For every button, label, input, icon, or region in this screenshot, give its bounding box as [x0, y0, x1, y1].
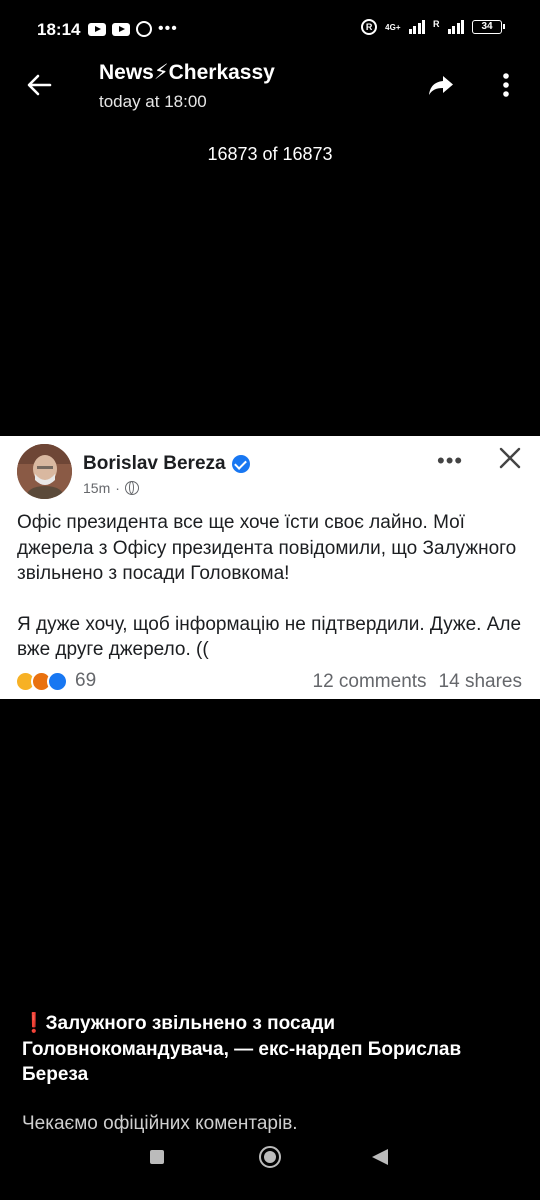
recents-icon[interactable]: [150, 1150, 164, 1164]
back-triangle-icon[interactable]: [372, 1149, 388, 1165]
post-paragraph: Я дуже хочу, щоб інформацію не підтверди…: [17, 613, 522, 661]
viewer-header: News⚡Cherkassy today at 18:00: [0, 56, 540, 126]
reactions-summary[interactable]: 69: [15, 670, 96, 692]
reaction-count: 69: [75, 670, 97, 691]
shares-count[interactable]: 14 shares: [439, 671, 522, 693]
avatar: [17, 444, 72, 499]
youtube-icon: [88, 22, 106, 36]
post-screenshot[interactable]: Borislav Bereza 15m · ••• Офіс президент…: [0, 436, 540, 699]
notification-icons: •••: [88, 20, 178, 38]
more-notifications-icon: •••: [158, 20, 178, 37]
system-icons: R 4G+ R 34: [361, 19, 505, 35]
caption-headline: ❗️Залужного звільнено з посади Головноко…: [22, 1013, 462, 1085]
status-time: 18:14: [37, 20, 81, 39]
verified-badge-icon: [231, 455, 250, 473]
post-paragraph: Офіс президента все ще хоче їсти своє ла…: [17, 512, 517, 584]
post-time: 15m: [83, 480, 111, 496]
share-arrow-icon[interactable]: [426, 70, 456, 100]
comments-count[interactable]: 12 comments: [313, 671, 427, 693]
registered-icon: R: [361, 19, 378, 35]
youtube-icon: [112, 22, 130, 36]
roaming-indicator: R: [433, 19, 440, 29]
post-meta: 15m ·: [83, 480, 139, 496]
channel-title: News⚡Cherkassy: [99, 61, 275, 84]
post-stats: 12 comments 14 shares: [313, 671, 523, 693]
post-date: today at 18:00: [99, 92, 207, 111]
horizontal-dots-icon[interactable]: •••: [437, 448, 463, 474]
network-type: 4G+: [385, 22, 401, 32]
system-nav-bar: [0, 1130, 540, 1200]
status-bar: 18:14 ••• R 4G+ R 34: [0, 0, 540, 60]
author-name: Borislav Bereza: [83, 453, 226, 474]
image-counter: 16873 of 16873: [207, 144, 333, 164]
separator-dot: ·: [115, 480, 120, 496]
globe-icon: [124, 481, 139, 495]
like-reaction-icon: [47, 670, 68, 692]
post-author[interactable]: Borislav Bereza: [83, 453, 250, 475]
signal-icon-2: [447, 20, 464, 34]
close-icon[interactable]: [498, 446, 522, 470]
arrow-left-icon[interactable]: [24, 70, 54, 100]
post-body: Офіс президента все ще хоче їсти своє ла…: [17, 510, 527, 663]
viber-icon: [136, 21, 152, 37]
home-icon[interactable]: [259, 1146, 281, 1168]
signal-icon: [408, 20, 425, 34]
vertical-dots-icon[interactable]: [496, 70, 516, 100]
battery-icon: 34: [472, 20, 505, 34]
